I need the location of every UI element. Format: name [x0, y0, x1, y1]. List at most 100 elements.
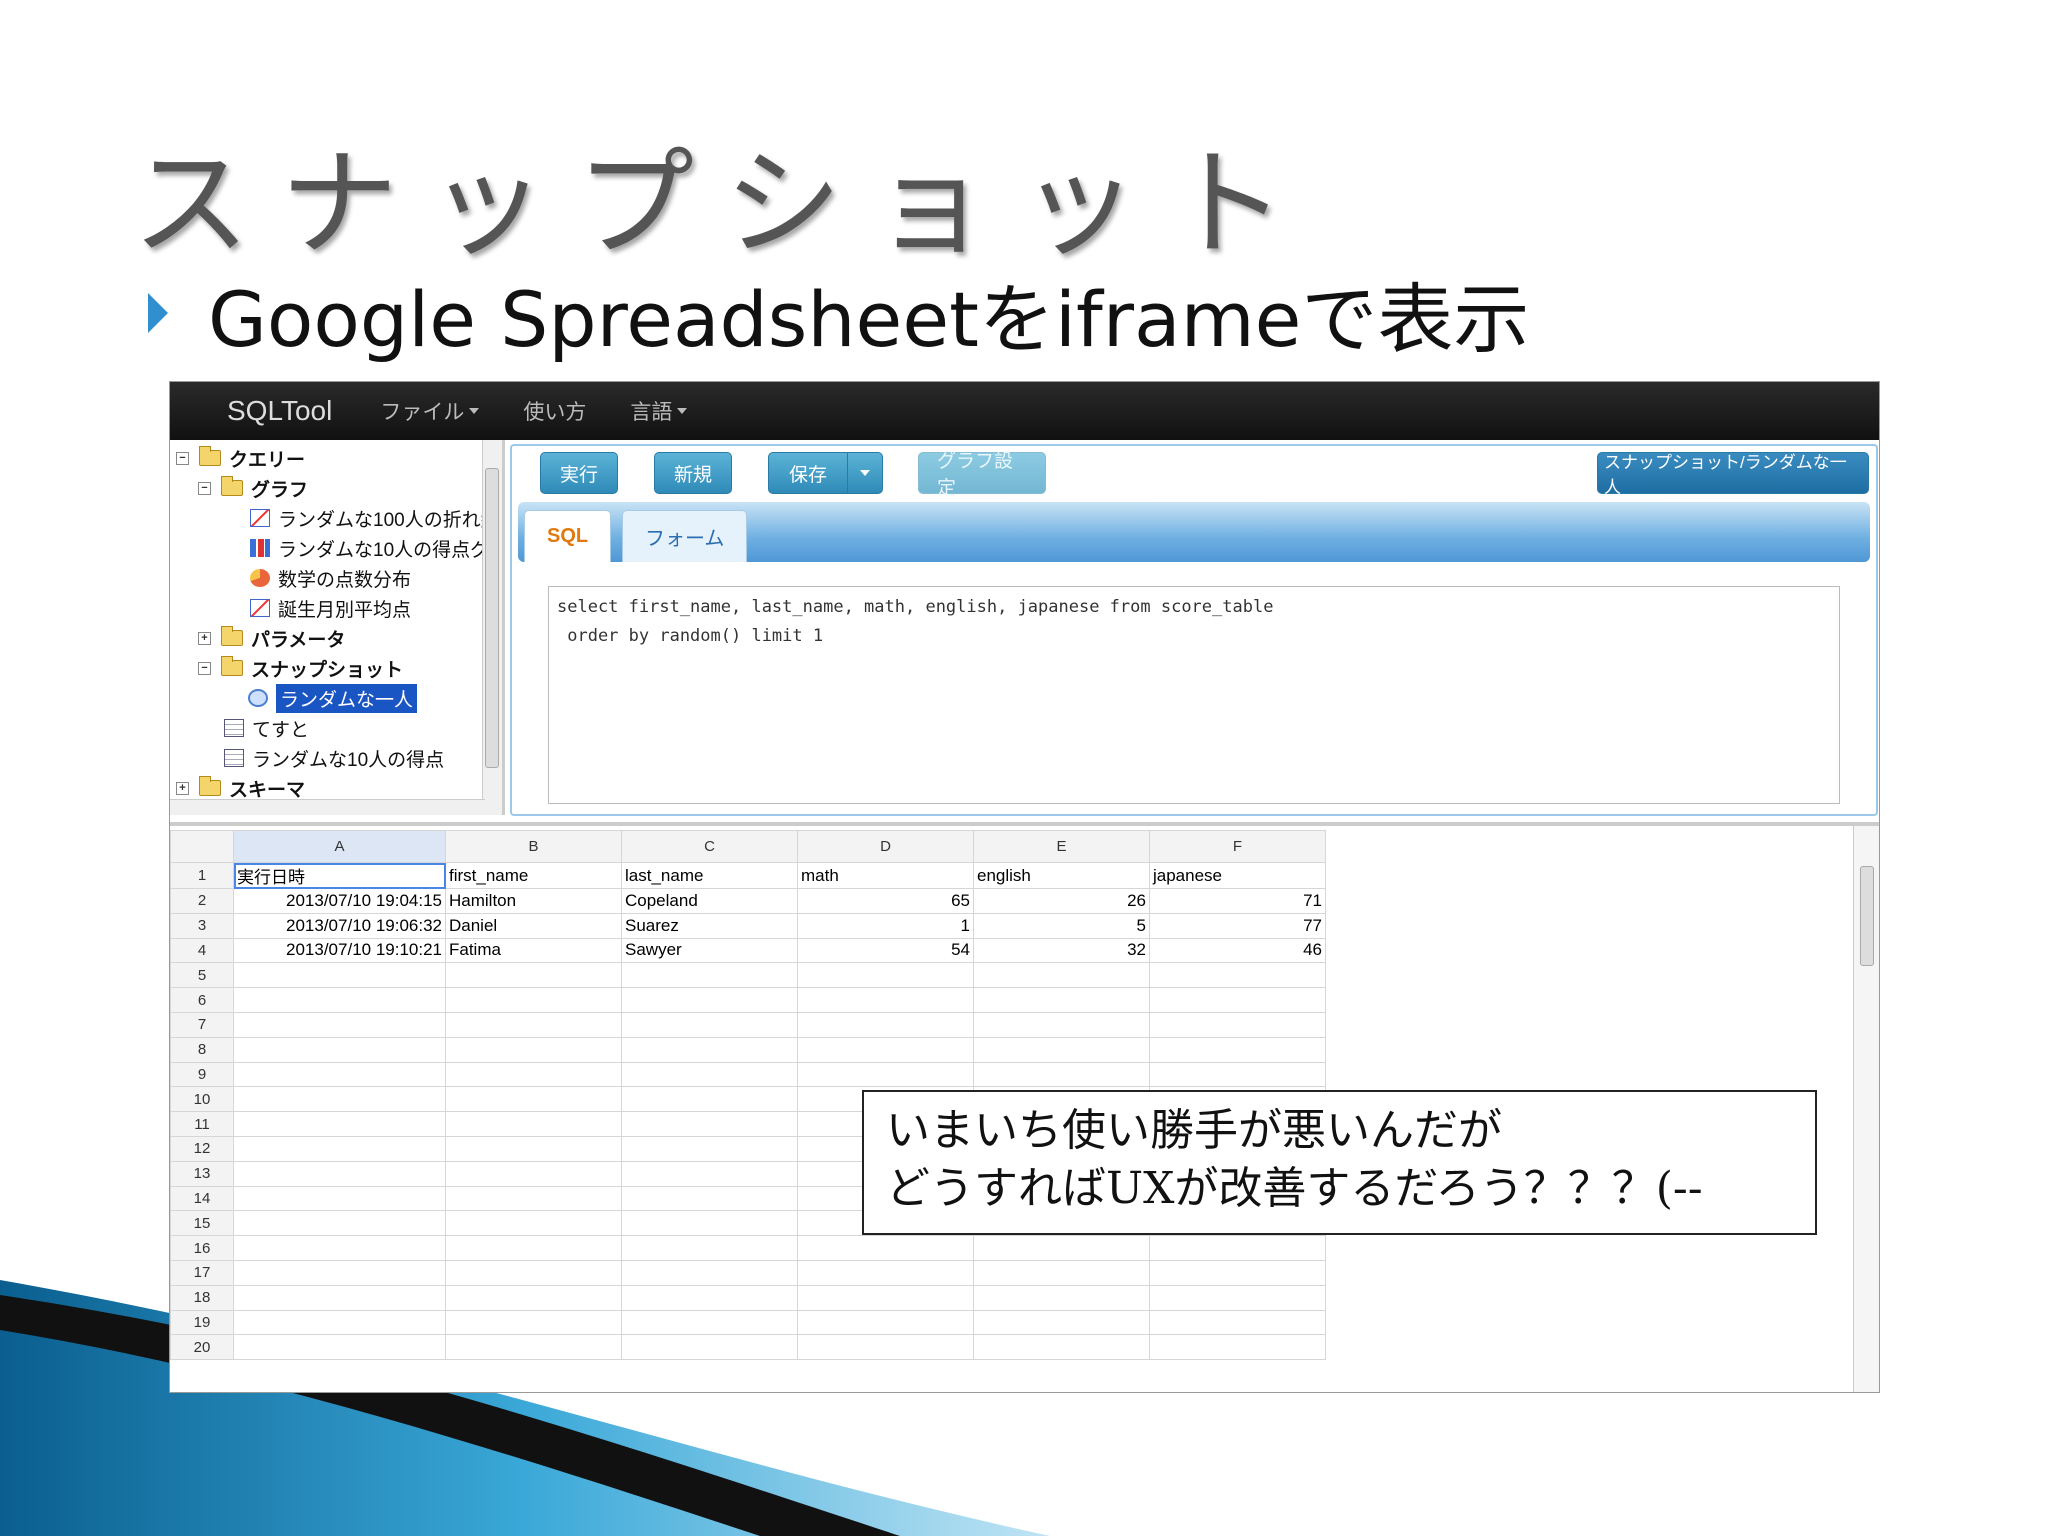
row-header[interactable]: 7 [170, 1011, 234, 1038]
cell[interactable] [797, 1011, 974, 1038]
row-header[interactable]: 19 [170, 1309, 234, 1336]
cell[interactable] [233, 1334, 446, 1361]
cell[interactable] [1149, 1309, 1326, 1336]
cell[interactable] [973, 1061, 1150, 1088]
row-header[interactable]: 2 [170, 888, 234, 914]
tab-form[interactable]: フォーム [622, 510, 748, 562]
cell[interactable] [797, 962, 974, 989]
cell[interactable] [445, 1135, 622, 1162]
cell[interactable] [233, 1259, 446, 1286]
grid-vertical-scrollbar[interactable] [1853, 826, 1879, 1392]
scroll-thumb[interactable] [1860, 866, 1874, 966]
row-header[interactable]: 10 [170, 1086, 234, 1113]
scroll-thumb[interactable] [485, 468, 499, 768]
save-dropdown-button[interactable] [847, 452, 883, 494]
row-header[interactable]: 12 [170, 1135, 234, 1162]
row-header[interactable]: 17 [170, 1259, 234, 1286]
cell[interactable] [621, 987, 798, 1013]
row-header[interactable]: 11 [170, 1111, 234, 1137]
cell[interactable] [233, 1160, 446, 1187]
cell[interactable]: Hamilton [445, 888, 622, 914]
column-header[interactable]: B [445, 830, 622, 863]
cell[interactable] [797, 1259, 974, 1286]
cell[interactable] [973, 1011, 1150, 1038]
cell[interactable] [621, 1185, 798, 1212]
cell[interactable] [973, 962, 1150, 989]
tree-item-parameters[interactable]: + パラメータ [198, 624, 345, 652]
cell[interactable] [233, 1185, 446, 1212]
cell[interactable] [1149, 1284, 1326, 1311]
cell[interactable] [445, 1185, 622, 1212]
collapse-icon[interactable]: − [176, 451, 189, 465]
cell[interactable] [621, 1235, 798, 1261]
cell[interactable] [445, 1334, 622, 1361]
cell[interactable]: 実行日時 [233, 862, 446, 889]
cell[interactable] [973, 987, 1150, 1013]
cell[interactable] [445, 1036, 622, 1063]
cell[interactable]: Fatima [445, 937, 622, 964]
cell[interactable] [445, 1210, 622, 1237]
cell[interactable] [621, 1036, 798, 1063]
cell[interactable] [621, 1284, 798, 1311]
cell[interactable] [233, 1061, 446, 1088]
cell[interactable] [233, 1011, 446, 1038]
cell[interactable] [621, 1135, 798, 1162]
cell[interactable]: 77 [1149, 912, 1326, 939]
cell[interactable] [621, 1086, 798, 1113]
cell[interactable] [1149, 1036, 1326, 1063]
cell[interactable] [445, 1160, 622, 1187]
cell[interactable] [445, 1259, 622, 1286]
cell[interactable] [1149, 1259, 1326, 1286]
cell[interactable]: first_name [445, 862, 622, 889]
cell[interactable] [797, 1284, 974, 1311]
cell[interactable]: 1 [797, 912, 974, 939]
tree-item-queries[interactable]: − クエリー [176, 444, 305, 472]
cell[interactable] [1149, 1334, 1326, 1361]
cell[interactable] [445, 1235, 622, 1261]
cell[interactable] [445, 1061, 622, 1088]
cell[interactable]: 54 [797, 937, 974, 964]
tree-item-graph-birthmonth[interactable]: 誕生月別平均点 [250, 594, 411, 622]
row-header[interactable]: 5 [170, 962, 234, 989]
cell[interactable] [621, 1061, 798, 1088]
row-header[interactable]: 8 [170, 1036, 234, 1063]
column-header[interactable]: D [797, 830, 974, 863]
cell[interactable] [233, 1309, 446, 1336]
cell[interactable] [445, 962, 622, 989]
cell[interactable] [233, 1036, 446, 1063]
row-header[interactable]: 6 [170, 987, 234, 1013]
app-brand[interactable]: SQLTool [227, 395, 332, 427]
row-header[interactable]: 13 [170, 1160, 234, 1187]
column-header[interactable]: F [1149, 830, 1326, 863]
column-header[interactable]: C [621, 830, 798, 863]
cell[interactable] [621, 1259, 798, 1286]
cell[interactable]: 71 [1149, 888, 1326, 914]
snapshot-button[interactable]: スナップショット/ランダムな一人 [1597, 452, 1869, 497]
cell[interactable]: japanese [1149, 862, 1326, 889]
tree-item-schema[interactable]: + スキーマ [176, 774, 305, 802]
tree-item-test[interactable]: てすと [224, 714, 309, 742]
cell[interactable] [445, 1111, 622, 1137]
cell[interactable] [621, 1210, 798, 1237]
save-button[interactable]: 保存 [768, 452, 848, 494]
row-header[interactable]: 4 [170, 937, 234, 964]
tree-item-graph-line[interactable]: ランダムな100人の折れ線 [250, 504, 500, 532]
tree-item-graph-pie[interactable]: 数学の点数分布 [250, 564, 411, 592]
menu-language[interactable]: 言語 [630, 396, 688, 426]
cell[interactable] [233, 1210, 446, 1237]
cell[interactable] [797, 1235, 974, 1261]
cell[interactable] [233, 1111, 446, 1137]
cell[interactable]: math [797, 862, 974, 889]
collapse-icon[interactable]: − [198, 661, 211, 675]
cell[interactable]: 26 [973, 888, 1150, 914]
row-header[interactable]: 9 [170, 1061, 234, 1088]
tab-sql[interactable]: SQL [524, 510, 612, 562]
cell[interactable] [1149, 1235, 1326, 1261]
column-header[interactable]: A [233, 830, 446, 863]
row-header[interactable]: 15 [170, 1210, 234, 1237]
cell[interactable] [973, 1284, 1150, 1311]
row-header[interactable]: 1 [170, 862, 234, 889]
cell[interactable] [233, 1235, 446, 1261]
cell[interactable]: Suarez [621, 912, 798, 939]
cell[interactable] [621, 1334, 798, 1361]
